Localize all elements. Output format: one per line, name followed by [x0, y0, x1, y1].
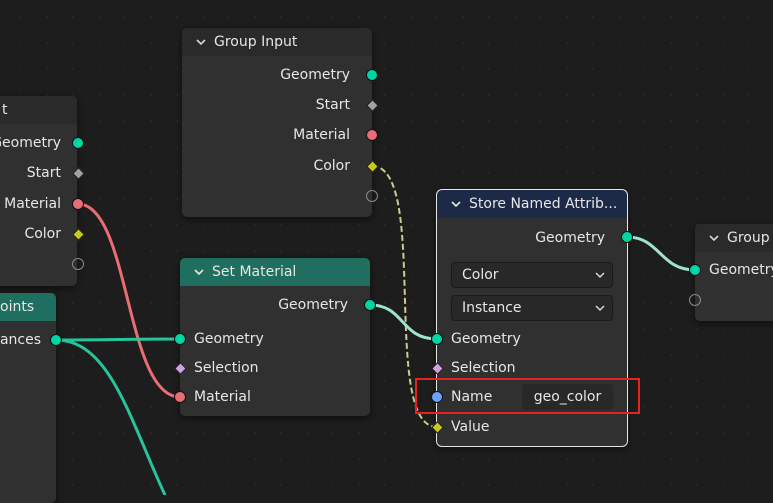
socket-empty-output[interactable]: [366, 190, 378, 202]
socket-geometry-input[interactable]: [174, 333, 186, 345]
socket-material-input[interactable]: [174, 391, 186, 403]
chevron-down-icon: [595, 272, 605, 279]
input-row: Geometry: [695, 258, 773, 282]
group-input-node[interactable]: Group Input Geometry Start Material Colo…: [182, 28, 372, 217]
output-row: Start: [0, 161, 77, 185]
node-header[interactable]: Store Named Attrib...: [437, 190, 627, 218]
input-row: Value: [437, 415, 627, 439]
node-title: t: [2, 102, 8, 118]
output-label: Color: [313, 158, 350, 174]
input-label: Value: [451, 419, 490, 435]
node-header[interactable]: Set Material: [180, 258, 370, 286]
output-label: Start: [26, 165, 61, 181]
output-label: Material: [293, 127, 350, 143]
output-row: Geometry: [180, 293, 370, 317]
output-row: Geometry: [437, 226, 627, 250]
socket-geometry-input[interactable]: [431, 333, 443, 345]
output-row: Color: [0, 222, 77, 246]
output-label: Material: [4, 196, 61, 212]
domain-value: Instance: [462, 300, 522, 316]
node-title: Set Material: [212, 264, 297, 280]
output-label: Start: [315, 97, 350, 113]
group-input-node-partial[interactable]: t Geometry Start Material Color: [0, 96, 77, 286]
input-label: Geometry: [194, 331, 264, 347]
input-row: Material: [180, 385, 370, 409]
socket-instances-output[interactable]: [50, 334, 62, 346]
input-row: Geometry: [180, 327, 370, 351]
link-instances-down: [55, 338, 167, 495]
link-material: [77, 202, 181, 399]
socket-geometry-output[interactable]: [364, 299, 376, 311]
socket-geometry-input[interactable]: [689, 264, 701, 276]
output-label: Color: [24, 226, 61, 242]
group-output-node-partial[interactable]: Group Geometry: [695, 224, 773, 321]
set-material-node[interactable]: Set Material Geometry Geometry Selection…: [180, 258, 370, 416]
input-label: Geometry: [709, 262, 773, 278]
node-header[interactable]: oints: [0, 293, 56, 321]
output-row: Material: [0, 192, 77, 216]
node-title: Group Input: [214, 34, 298, 50]
node-header[interactable]: Group: [695, 224, 773, 252]
highlight-box: [415, 378, 640, 414]
output-row: Geometry: [0, 131, 77, 155]
output-label: Geometry: [278, 297, 348, 313]
output-row: Start: [182, 93, 372, 117]
socket-geometry-output[interactable]: [621, 231, 633, 243]
socket-geometry-output[interactable]: [72, 137, 84, 149]
chevron-down-icon: [595, 305, 605, 312]
input-label: Selection: [194, 360, 259, 376]
node-title: Group: [727, 230, 770, 246]
output-row: Color: [182, 154, 372, 178]
node-title: oints: [0, 299, 35, 315]
socket-empty-output[interactable]: [72, 258, 84, 270]
output-label: Geometry: [280, 67, 350, 83]
node-header[interactable]: t: [0, 96, 77, 124]
link-store-output: [626, 235, 696, 272]
chevron-down-icon[interactable]: [707, 231, 721, 245]
node-header[interactable]: Group Input: [182, 28, 372, 56]
output-label: ances: [0, 332, 41, 348]
socket-material-output[interactable]: [72, 198, 84, 210]
socket-geometry-output[interactable]: [366, 69, 378, 81]
input-row: Selection: [180, 356, 370, 380]
node-links: [55, 165, 696, 495]
link-set-material-store: [369, 303, 438, 341]
chevron-down-icon[interactable]: [192, 265, 206, 279]
socket-material-output[interactable]: [366, 129, 378, 141]
node-title: Store Named Attrib...: [469, 196, 618, 212]
input-label: Material: [194, 389, 251, 405]
socket-empty-input[interactable]: [689, 294, 701, 306]
output-row: Geometry: [182, 63, 372, 87]
data-type-dropdown[interactable]: Color: [451, 262, 613, 288]
input-label: Geometry: [451, 331, 521, 347]
input-row: Selection: [437, 356, 627, 380]
output-label: Geometry: [0, 135, 61, 151]
chevron-down-icon[interactable]: [194, 35, 208, 49]
points-node-partial[interactable]: oints ances: [0, 293, 56, 503]
input-label: Selection: [451, 360, 516, 376]
output-label: Geometry: [535, 230, 605, 246]
link-instances-geometry: [55, 337, 181, 342]
output-row: ances: [0, 328, 56, 352]
input-row: Geometry: [437, 327, 627, 351]
output-row: Material: [182, 123, 372, 147]
chevron-down-icon[interactable]: [449, 197, 463, 211]
data-type-value: Color: [462, 267, 499, 283]
domain-dropdown[interactable]: Instance: [451, 295, 613, 321]
